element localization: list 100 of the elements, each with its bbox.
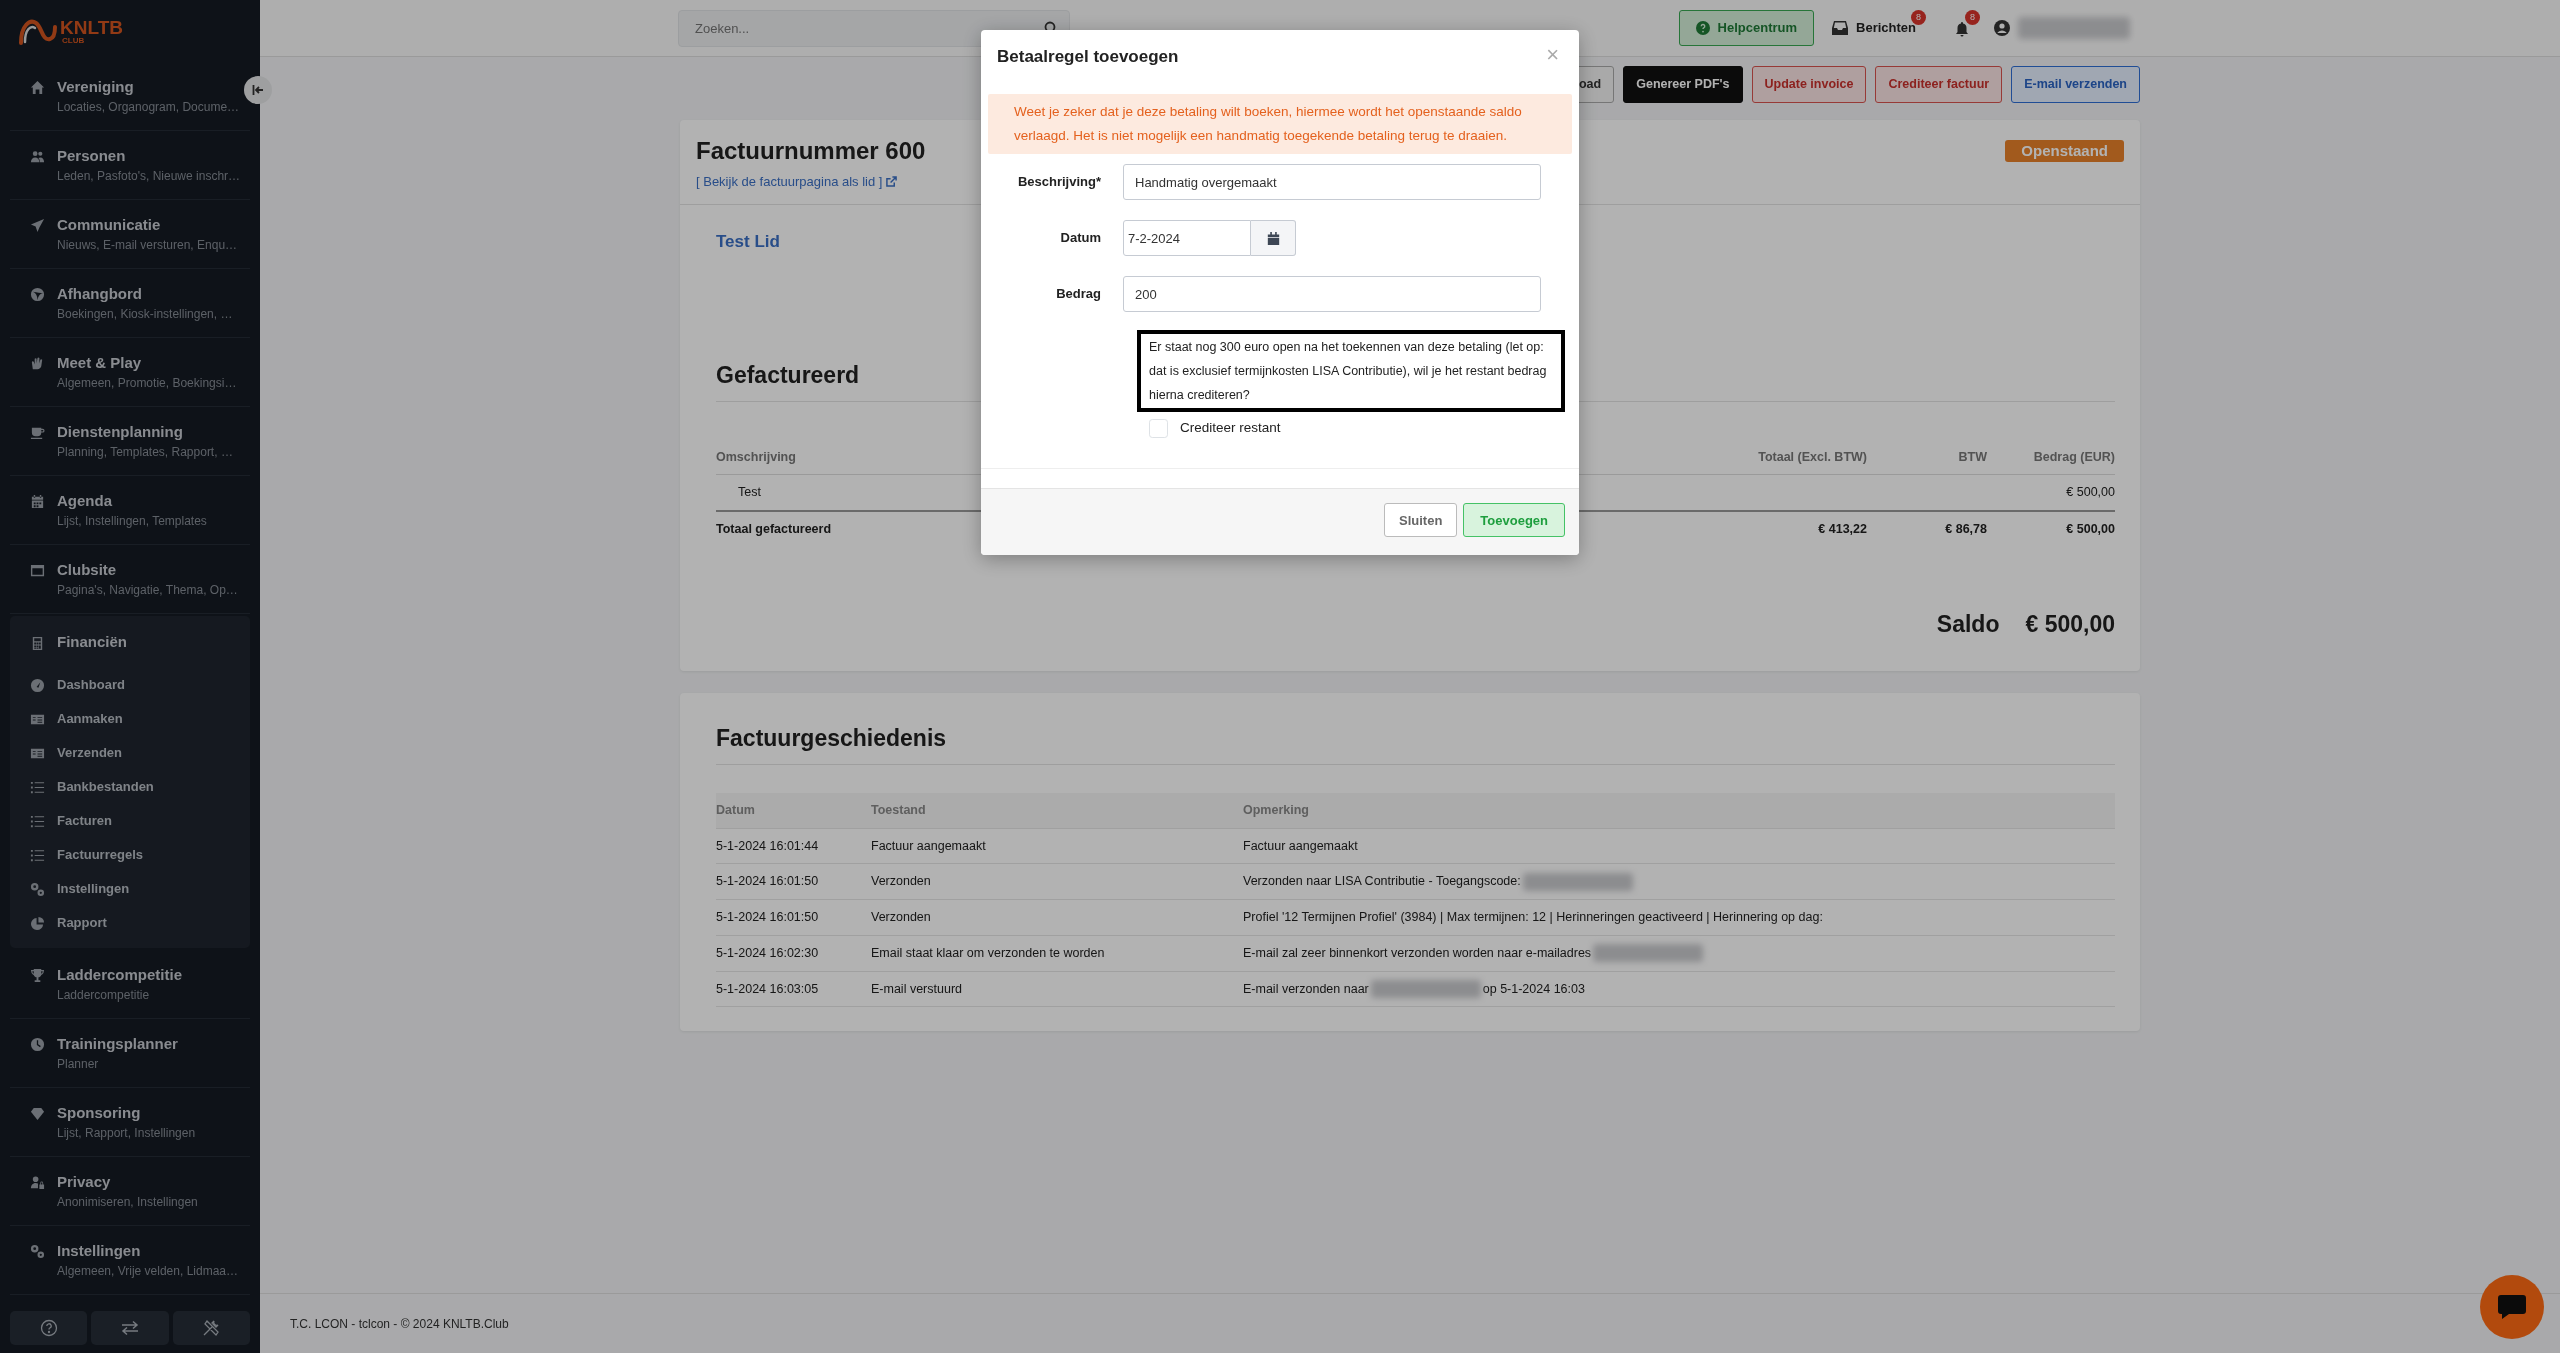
- calculator-icon: [30, 636, 45, 651]
- menu-link[interactable]: Agenda: [57, 491, 207, 511]
- external-link-icon: [886, 176, 898, 188]
- pie-chart-icon: [30, 915, 45, 931]
- input-field[interactable]: Handmatig overgemaakt: [1123, 164, 1541, 200]
- checkbox-label[interactable]: Crediteer restant: [1180, 418, 1281, 439]
- submenu-item[interactable]: Instellingen: [10, 872, 250, 906]
- users-icon: [30, 149, 45, 164]
- chat-icon: [2497, 1294, 2527, 1320]
- switch-button[interactable]: [91, 1311, 169, 1345]
- gears-icon: [30, 881, 45, 897]
- diamond-icon: [30, 1106, 45, 1121]
- menu-description: Locaties, Organogram, Docume…: [57, 99, 240, 115]
- table-cell: Verzonden: [871, 910, 931, 924]
- warning-alert: Weet je zeker dat je deze betaling wilt boeken, hiermee wordt het openstaande saldo verlaagd. Het is niet mogelijk een handmatig toegekende betaling terug te draaien.: [988, 94, 1572, 154]
- menu-link[interactable]: Trainingsplanner: [57, 1034, 178, 1054]
- help-center-button[interactable]: Helpcentrum: [1678, 10, 1815, 46]
- menu-description: Algemeen, Vrije velden, Lidmaa…: [57, 1263, 238, 1279]
- user-icon[interactable]: [1994, 20, 2010, 36]
- table-cell: € 500,00: [2066, 485, 2115, 500]
- menu-description: Algemeen, Promotie, Boekingsi…: [57, 375, 237, 391]
- menu-link[interactable]: Laddercompetitie: [57, 965, 183, 985]
- collapse-sidebar-button[interactable]: [244, 76, 272, 104]
- menu-link[interactable]: Vereniging: [57, 77, 240, 97]
- status-badge: Openstaand: [2005, 140, 2124, 162]
- section-title: Factuurgeschiedenis: [716, 721, 2115, 765]
- menu-link[interactable]: Dienstenplanning: [57, 422, 233, 442]
- table-cell: 5-1-2024 16:01:50: [716, 910, 819, 924]
- menu-description: Anonimiseren, Instellingen: [57, 1194, 198, 1210]
- home-icon: [30, 80, 45, 95]
- column-header: Toestand: [871, 802, 926, 817]
- menu-link[interactable]: Sponsoring: [57, 1103, 196, 1123]
- column-header: Totaal (Excl. BTW): [1667, 439, 1867, 476]
- member-link[interactable]: Test Lid: [716, 231, 780, 251]
- menu-description: Laddercompetitie: [57, 987, 151, 1003]
- menu-link[interactable]: Personen: [57, 146, 241, 166]
- table-cell: € 413,22: [1818, 522, 1867, 536]
- menu-description: Leden, Pasfoto's, Nieuwe inschr…: [57, 168, 241, 184]
- invoice-title: Factuurnummer 600: [696, 136, 926, 166]
- action-button[interactable]: Genereer PDF's: [1623, 66, 1743, 103]
- menu-link[interactable]: Meet & Play: [57, 353, 237, 373]
- menu-link[interactable]: Privacy: [57, 1172, 198, 1192]
- column-header: Datum: [716, 802, 755, 817]
- menu-link[interactable]: Instellingen: [57, 1241, 238, 1261]
- table-cell: 5-1-2024 16:03:05: [716, 981, 819, 996]
- table-cell: 5-1-2024 16:01:44: [716, 838, 819, 853]
- action-button[interactable]: Update invoice: [1751, 66, 1867, 103]
- user-lock-icon: [30, 1175, 45, 1190]
- submenu-item[interactable]: Aanmaken: [10, 702, 250, 736]
- member-page-link[interactable]: [ Bekijk de factuurpagina als lid ]: [696, 172, 898, 192]
- menu-link[interactable]: Financiën: [57, 632, 127, 652]
- tools-icon: [202, 1319, 221, 1337]
- table-cell: E-mail zal zeer binnenkort verzonden worden naar e-mailadres: [1243, 945, 1592, 960]
- table-cell: Test: [738, 485, 761, 500]
- list-icon: [30, 847, 45, 863]
- column-header: BTW: [1867, 439, 1987, 476]
- date-field[interactable]: 7-2-2024: [1123, 220, 1251, 256]
- table-cell: Verzonden naar LISA Contributie - Toegangscode:: [1243, 874, 1521, 889]
- balance-amount: € 500,00: [2025, 609, 2115, 639]
- logo-subtitle: CLUB: [62, 36, 86, 45]
- menu-description: Planner: [57, 1056, 100, 1072]
- modal-button[interactable]: Sluiten: [1384, 503, 1458, 538]
- help-button[interactable]: [10, 1311, 88, 1345]
- table-cell: € 500,00: [2066, 522, 2115, 536]
- submenu-item[interactable]: Dashboard: [10, 668, 250, 702]
- footer-text: T.C. LCON - tclcon - © 2024 KNLTB.Club: [290, 1315, 509, 1333]
- input-field[interactable]: 200: [1123, 276, 1541, 312]
- menu-link[interactable]: Communicatie: [57, 215, 238, 235]
- menu-link[interactable]: Clubsite: [57, 560, 238, 580]
- action-button[interactable]: E-mail verzenden: [2011, 66, 2140, 103]
- checkbox[interactable]: [1149, 418, 1168, 438]
- submenu-item[interactable]: Factuurregels: [10, 838, 250, 872]
- submenu-item[interactable]: Bankbestanden: [10, 770, 250, 804]
- help-icon: [39, 1319, 58, 1337]
- table-cell: 5-1-2024 16:01:50: [716, 874, 819, 889]
- tools-button[interactable]: [172, 1311, 250, 1345]
- swap-arrows-icon: [120, 1320, 140, 1336]
- count-badge: 8: [1965, 10, 1980, 26]
- action-button[interactable]: Crediteer factuur: [1875, 66, 2003, 103]
- submenu-item[interactable]: Rapport: [10, 906, 250, 940]
- inbox-icon: [1832, 21, 1849, 35]
- calendar-button[interactable]: [1251, 220, 1296, 256]
- table-cell: 5-1-2024 16:02:30: [716, 945, 819, 960]
- bell-icon[interactable]: [1954, 20, 1970, 37]
- column-header: Bedrag (EUR): [1987, 439, 2115, 476]
- modal-button[interactable]: Toevoegen: [1463, 503, 1565, 538]
- menu-link[interactable]: Afhangbord: [57, 284, 233, 304]
- collapse-icon: [252, 84, 264, 96]
- list-icon: [30, 779, 45, 795]
- submenu-item[interactable]: Verzenden: [10, 736, 250, 770]
- count-badge: 8: [1911, 10, 1926, 26]
- search-field[interactable]: Zoeken...: [678, 9, 1070, 47]
- column-header: Opmerking: [1243, 802, 1309, 817]
- table-cell: Email staat klaar om verzonden te worden: [871, 945, 1105, 960]
- balance-label: Saldo: [1936, 609, 2000, 639]
- table-cell: Factuur aangemaakt: [1243, 838, 1358, 853]
- paper-plane-icon: [30, 218, 45, 233]
- submenu-item[interactable]: Facturen: [10, 804, 250, 838]
- gauge-icon: [30, 677, 45, 693]
- table-cell: Profiel '12 Termijnen Profiel' (3984) | Max termijnen: 12 | Herinneringen geactiveerd | Herinnering op dag:: [1243, 910, 1823, 924]
